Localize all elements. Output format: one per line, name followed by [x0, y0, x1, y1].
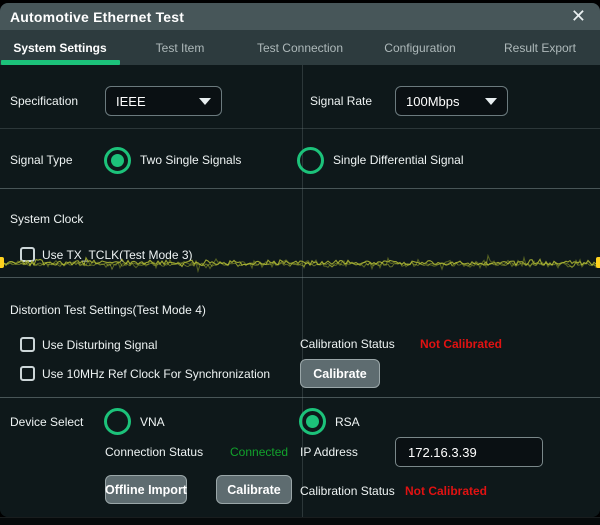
radio-rsa[interactable] — [299, 408, 326, 435]
channel-waveform-trace — [0, 254, 600, 274]
distortion-calibration-status-value: Not Calibrated — [420, 336, 502, 352]
screen-bottom-strip — [0, 517, 600, 525]
signal-rate-dropdown[interactable]: 100Mbps — [395, 86, 508, 116]
use-10mhz-ref-clock-label: Use 10MHz Ref Clock For Synchronization — [42, 366, 270, 382]
tab-configuration[interactable]: Configuration — [360, 30, 480, 65]
channel-marker-right-icon — [596, 257, 600, 268]
tab-test-connection[interactable]: Test Connection — [240, 30, 360, 65]
radio-single-differential-signal[interactable] — [297, 147, 324, 174]
system-clock-section-label: System Clock — [10, 211, 83, 227]
offline-import-button[interactable]: Offline Import — [105, 475, 187, 504]
dialog-titlebar: Automotive Ethernet Test ✕ — [0, 3, 600, 30]
radio-vna[interactable] — [104, 408, 131, 435]
dialog-body: Specification IEEE Signal Rate 100Mbps S… — [0, 65, 600, 517]
distortion-section-label: Distortion Test Settings(Test Mode 4) — [10, 302, 206, 318]
radio-two-single-signals-label: Two Single Signals — [140, 152, 241, 168]
chevron-down-icon — [485, 98, 497, 105]
use-10mhz-ref-clock-checkbox[interactable] — [20, 366, 35, 381]
dialog-title: Automotive Ethernet Test — [10, 9, 184, 25]
automotive-ethernet-test-dialog: Automotive Ethernet Test ✕ System Settin… — [0, 3, 600, 517]
use-disturbing-signal-label: Use Disturbing Signal — [42, 337, 157, 353]
use-disturbing-signal-checkbox[interactable] — [20, 337, 35, 352]
connection-status-value: Connected — [230, 444, 288, 460]
chevron-down-icon — [199, 98, 211, 105]
tab-label: Test Item — [156, 41, 205, 55]
device-select-label: Device Select — [10, 414, 83, 430]
distortion-calibration-status-label: Calibration Status — [300, 336, 395, 352]
ip-address-input[interactable] — [395, 437, 543, 467]
tab-result-export[interactable]: Result Export — [480, 30, 600, 65]
section-divider — [0, 128, 600, 129]
oscilloscope-screen: Automotive Ethernet Test ✕ System Settin… — [0, 0, 600, 525]
section-divider — [0, 397, 600, 398]
tab-label: Test Connection — [257, 41, 343, 55]
signal-type-label: Signal Type — [10, 152, 73, 168]
radio-two-single-signals[interactable] — [104, 147, 131, 174]
specification-label: Specification — [10, 93, 78, 109]
radio-single-differential-signal-label: Single Differential Signal — [333, 152, 464, 168]
tab-label: System Settings — [13, 41, 106, 55]
device-calibration-status-label: Calibration Status — [300, 483, 395, 499]
connection-status-label: Connection Status — [105, 444, 203, 460]
section-divider — [0, 188, 600, 189]
section-divider — [0, 277, 600, 278]
tab-system-settings[interactable]: System Settings — [0, 30, 120, 65]
distortion-calibrate-button[interactable]: Calibrate — [300, 359, 380, 388]
ip-address-label: IP Address — [300, 444, 358, 460]
device-calibration-status-value: Not Calibrated — [405, 483, 487, 499]
device-calibrate-button[interactable]: Calibrate — [216, 475, 292, 504]
tab-label: Result Export — [504, 41, 576, 55]
tab-test-item[interactable]: Test Item — [120, 30, 240, 65]
radio-vna-label: VNA — [140, 414, 165, 430]
signal-rate-label: Signal Rate — [310, 93, 372, 109]
specification-dropdown[interactable]: IEEE — [105, 86, 222, 116]
tab-label: Configuration — [384, 41, 455, 55]
tab-bar: System Settings Test Item Test Connectio… — [0, 30, 600, 65]
signal-rate-value: 100Mbps — [406, 94, 459, 109]
radio-rsa-label: RSA — [335, 414, 360, 430]
channel-marker-left-icon — [0, 257, 4, 268]
specification-value: IEEE — [116, 94, 146, 109]
close-icon[interactable]: ✕ — [571, 4, 586, 29]
